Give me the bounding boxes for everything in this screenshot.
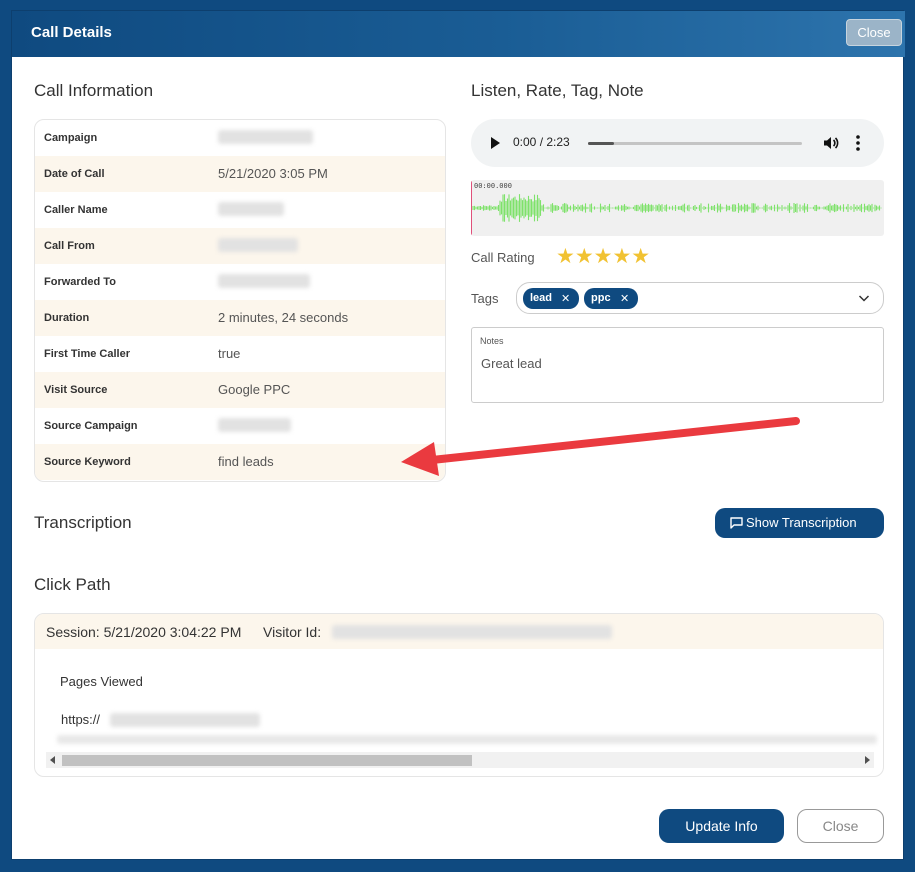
rating-stars[interactable]: ★★★★★ — [556, 244, 650, 269]
session-label: Session: 5/21/2020 3:04:22 PM — [46, 624, 242, 640]
redacted-value — [218, 274, 310, 288]
info-row-forwarded-to: Forwarded To — [35, 264, 445, 300]
redacted-url — [110, 713, 260, 727]
tag-label: ppc — [591, 292, 611, 304]
info-value: true — [218, 346, 241, 361]
tag-lead: lead ✕ — [523, 288, 579, 309]
info-value: 5/21/2020 3:05 PM — [218, 166, 328, 181]
header-close-button[interactable]: Close — [846, 19, 902, 46]
info-label: Call From — [44, 240, 95, 252]
info-value: Google PPC — [218, 382, 291, 397]
info-label: Forwarded To — [44, 276, 116, 288]
remove-tag-icon[interactable]: ✕ — [561, 292, 570, 305]
notes-label: Notes — [480, 336, 504, 346]
session-bar: Session: 5/21/2020 3:04:22 PM Visitor Id… — [35, 614, 883, 649]
update-info-button[interactable]: Update Info — [659, 809, 784, 843]
modal-header: Call Details Close — [12, 11, 905, 57]
visitor-id-label: Visitor Id: — [263, 624, 322, 640]
redacted-value — [218, 130, 313, 144]
info-value: 2 minutes, 24 seconds — [218, 310, 349, 325]
info-label: Campaign — [44, 132, 98, 144]
chat-icon — [730, 517, 743, 529]
redacted-value — [218, 202, 284, 216]
info-row-source-campaign: Source Campaign — [35, 408, 445, 444]
notes-value: Great lead — [481, 356, 542, 371]
info-row-source-keyword: Source Keyword find leads — [35, 444, 445, 480]
footer-close-button[interactable]: Close — [797, 809, 884, 843]
info-value: find leads — [218, 454, 274, 469]
click-path-panel: Session: 5/21/2020 3:04:22 PM Visitor Id… — [34, 613, 884, 777]
call-rating-label: Call Rating — [471, 250, 535, 265]
waveform[interactable]: 00:00.000 — [471, 180, 884, 236]
listen-rate-tag-note-title: Listen, Rate, Tag, Note — [471, 81, 644, 100]
redacted-visitor-id — [332, 625, 612, 639]
tags-label: Tags — [471, 291, 499, 306]
tags-select[interactable]: lead ✕ ppc ✕ — [516, 282, 884, 314]
info-row-call-from: Call From — [35, 228, 445, 264]
page-url[interactable]: https:// — [61, 712, 100, 727]
modal-title: Call Details — [31, 24, 112, 41]
info-row-campaign: Campaign — [35, 120, 445, 156]
scroll-left-icon[interactable] — [50, 756, 55, 764]
call-information-title: Call Information — [34, 81, 154, 100]
info-label: Source Campaign — [44, 420, 138, 432]
redacted-url-params — [57, 735, 877, 744]
pages-viewed-label: Pages Viewed — [60, 674, 143, 689]
info-label: Source Keyword — [44, 456, 131, 468]
call-details-modal: Call Details Close Call Information Camp… — [11, 10, 905, 860]
info-label: Date of Call — [44, 168, 105, 180]
audio-player: 0:00 / 2:23 — [471, 119, 884, 167]
chevron-down-icon[interactable] — [858, 292, 870, 304]
remove-tag-icon[interactable]: ✕ — [620, 292, 629, 305]
info-row-first-time-caller: First Time Caller true — [35, 336, 445, 372]
tag-label: lead — [530, 292, 553, 304]
info-row-duration: Duration 2 minutes, 24 seconds — [35, 300, 445, 336]
info-row-date: Date of Call 5/21/2020 3:05 PM — [35, 156, 445, 192]
more-options-icon[interactable] — [855, 134, 861, 152]
call-info-table: Campaign Date of Call 5/21/2020 3:05 PM … — [34, 119, 446, 482]
show-transcription-label: Show Transcription — [746, 515, 857, 530]
info-label: Caller Name — [44, 204, 108, 216]
redacted-value — [218, 238, 298, 252]
info-row-caller-name: Caller Name — [35, 192, 445, 228]
click-path-title: Click Path — [34, 575, 111, 594]
tag-ppc: ppc ✕ — [584, 288, 638, 309]
info-label: First Time Caller — [44, 348, 130, 360]
redacted-value — [218, 418, 291, 432]
audio-time: 0:00 / 2:23 — [513, 135, 570, 149]
horizontal-scrollbar[interactable] — [46, 752, 874, 768]
volume-icon[interactable] — [823, 135, 839, 151]
scroll-right-icon[interactable] — [865, 756, 870, 764]
notes-textarea[interactable]: Notes Great lead — [471, 327, 884, 403]
audio-seek-slider[interactable] — [588, 142, 802, 145]
audio-progress-fill — [588, 142, 614, 145]
info-label: Duration — [44, 312, 90, 324]
transcription-title: Transcription — [34, 513, 132, 532]
scrollbar-thumb[interactable] — [62, 755, 472, 766]
info-row-visit-source: Visit Source Google PPC — [35, 372, 445, 408]
waveform-graph — [472, 194, 882, 222]
show-transcription-button[interactable]: Show Transcription — [715, 508, 884, 538]
play-icon[interactable] — [491, 137, 500, 149]
info-label: Visit Source — [44, 384, 108, 396]
